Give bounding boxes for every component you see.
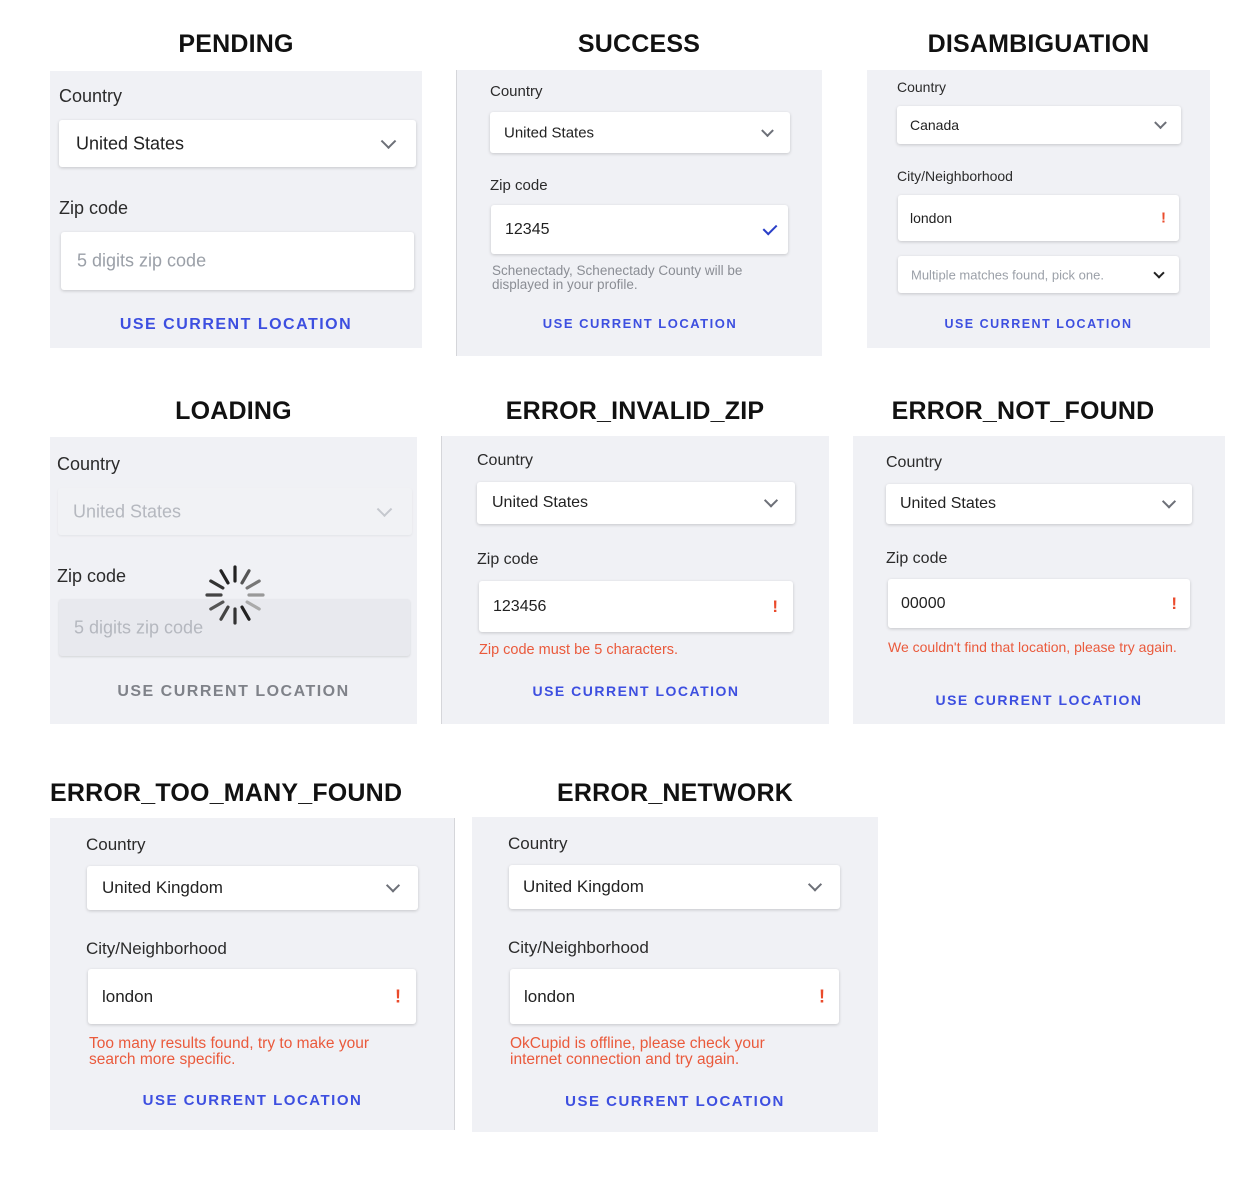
country-value: United States <box>900 495 997 512</box>
city-input[interactable]: london ! <box>88 969 416 1024</box>
error-icon: ! <box>772 596 778 616</box>
error-network-panel: Country United Kingdom City/Neighborhood… <box>472 817 878 1132</box>
zip-error-message: Zip code must be 5 characters. <box>479 642 679 658</box>
matches-placeholder: Multiple matches found, pick one. <box>911 267 1104 282</box>
location-help-text: Schenectady, Schenectady County will be … <box>492 263 743 293</box>
chevron-down-icon <box>761 123 774 137</box>
zip-label: Zip code <box>59 198 129 218</box>
chevron-down-icon <box>380 132 397 149</box>
use-current-location-button: USE CURRENT LOCATION <box>117 683 350 700</box>
city-input[interactable]: london ! <box>898 195 1179 241</box>
chevron-down-icon <box>1153 266 1165 279</box>
error-not-found-title: ERROR_NOT_FOUND <box>891 397 1155 425</box>
disambiguation-panel: Country Canada City/Neighborhood london … <box>867 70 1210 348</box>
country-value: United States <box>76 133 185 153</box>
matches-select[interactable]: Multiple matches found, pick one. <box>898 256 1179 293</box>
pending-title: PENDING <box>178 30 294 58</box>
country-select[interactable]: United States <box>490 112 790 153</box>
zip-placeholder: 5 digits zip code <box>77 250 207 271</box>
error-invalid-zip-title: ERROR_INVALID_ZIP <box>505 397 765 425</box>
success-title: SUCCESS <box>577 30 701 58</box>
use-current-location-button[interactable]: USE CURRENT LOCATION <box>50 316 422 334</box>
city-value: london <box>102 986 154 1006</box>
pending-panel: Country United States Zip code 5 digits … <box>50 71 422 348</box>
country-value: United States <box>492 494 589 511</box>
zip-value: 00000 <box>901 594 946 612</box>
loading-spinner-icon <box>205 565 265 625</box>
country-label: Country <box>490 83 543 100</box>
country-label: Country <box>59 86 123 106</box>
city-label: City/Neighborhood <box>897 168 1013 184</box>
country-label: Country <box>86 835 146 854</box>
country-select[interactable]: United States <box>59 120 416 167</box>
zip-value: 123456 <box>493 597 547 615</box>
country-select[interactable]: United States <box>886 484 1192 524</box>
disambiguation-title: DISAMBIGUATION <box>927 30 1150 58</box>
error-icon: ! <box>395 986 401 1006</box>
chevron-down-icon <box>807 877 823 892</box>
country-select[interactable]: United Kingdom <box>509 865 840 909</box>
country-value: United Kingdom <box>102 878 223 897</box>
country-value: United States <box>504 124 595 141</box>
use-current-location-button[interactable]: USE CURRENT LOCATION <box>442 683 830 699</box>
too-many-error-message: Too many results found, try to make your… <box>89 1035 369 1069</box>
chevron-down-icon <box>1161 494 1177 509</box>
country-value: United Kingdom <box>523 877 644 896</box>
chevron-down-icon <box>376 500 393 517</box>
zip-placeholder: 5 digits zip code <box>74 617 204 637</box>
use-current-location-button[interactable]: USE CURRENT LOCATION <box>853 692 1225 708</box>
country-select[interactable]: United Kingdom <box>87 866 418 910</box>
city-input[interactable]: london ! <box>510 969 839 1024</box>
checkmark-icon <box>762 220 778 235</box>
country-select[interactable]: Canada <box>897 106 1181 144</box>
zip-label: Zip code <box>886 550 948 567</box>
error-network-title: ERROR_NETWORK <box>557 779 793 807</box>
zip-input[interactable]: 123456 ! <box>479 581 793 632</box>
not-found-error-message: We couldn't find that location, please t… <box>888 639 1177 655</box>
country-label: Country <box>897 79 947 95</box>
city-value: london <box>910 210 953 226</box>
chevron-down-icon <box>385 878 401 893</box>
loading-title: LOADING <box>175 397 292 425</box>
country-label: Country <box>886 454 943 471</box>
zip-input[interactable]: 00000 ! <box>888 579 1190 628</box>
city-label: City/Neighborhood <box>86 939 227 958</box>
success-panel: Country United States Zip code 12345 Sch… <box>456 70 822 356</box>
city-label: City/Neighborhood <box>508 938 649 957</box>
country-value: Canada <box>910 117 960 133</box>
loading-panel: Country United States Zip code 5 digits … <box>50 437 417 724</box>
error-too-many-found-panel: Country United Kingdom City/Neighborhood… <box>50 818 455 1130</box>
zip-input[interactable]: 5 digits zip code <box>61 232 414 290</box>
country-label: Country <box>57 454 121 474</box>
zip-value: 12345 <box>505 220 550 238</box>
country-label: Country <box>477 452 534 469</box>
country-select: United States <box>58 488 412 535</box>
chevron-down-icon <box>1154 116 1167 130</box>
error-invalid-zip-panel: Country United States Zip code 123456 ! … <box>441 436 829 724</box>
error-icon: ! <box>819 986 825 1006</box>
error-icon: ! <box>1161 209 1166 227</box>
zip-label: Zip code <box>57 566 127 586</box>
error-too-many-found-title: ERROR_TOO_MANY_FOUND <box>50 779 403 807</box>
use-current-location-button[interactable]: USE CURRENT LOCATION <box>50 1092 455 1109</box>
error-icon: ! <box>1171 593 1177 613</box>
zip-label: Zip code <box>490 177 548 194</box>
use-current-location-button[interactable]: USE CURRENT LOCATION <box>457 316 823 331</box>
use-current-location-button[interactable]: USE CURRENT LOCATION <box>472 1093 878 1110</box>
network-error-message: OkCupid is offline, please check your in… <box>510 1035 765 1069</box>
chevron-down-icon <box>763 493 779 508</box>
use-current-location-button[interactable]: USE CURRENT LOCATION <box>867 317 1210 331</box>
country-select[interactable]: United States <box>477 482 795 524</box>
zip-label: Zip code <box>477 551 539 568</box>
error-not-found-panel: Country United States Zip code 00000 ! W… <box>853 436 1225 724</box>
zip-input[interactable]: 12345 <box>491 205 788 254</box>
city-value: london <box>524 986 576 1006</box>
country-label: Country <box>508 834 568 853</box>
country-value: United States <box>73 501 182 521</box>
